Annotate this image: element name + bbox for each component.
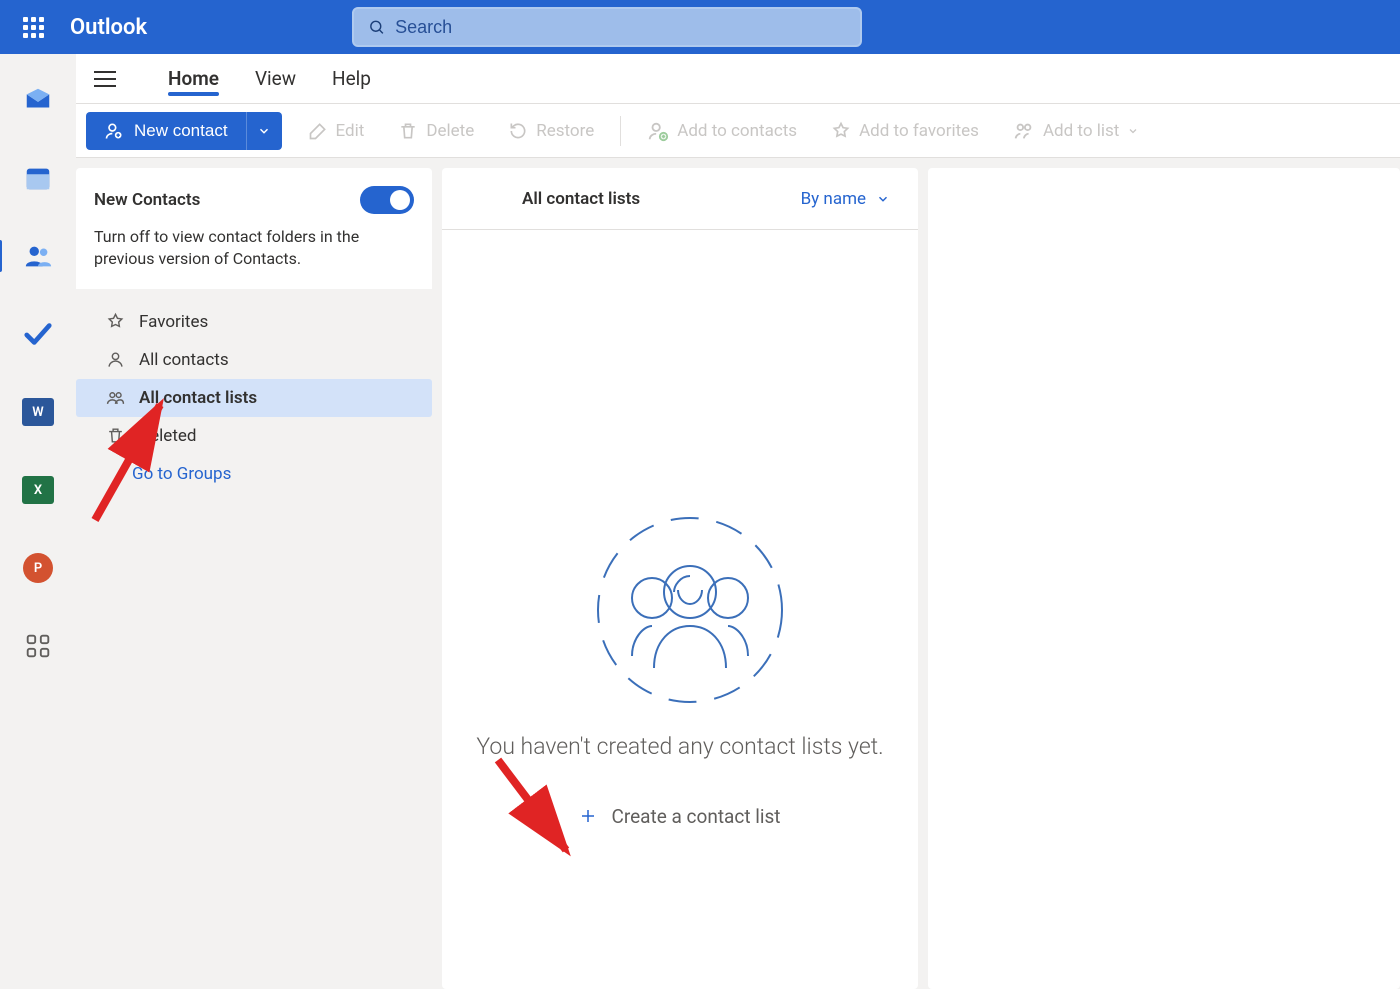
toggle-sidebar-button[interactable] bbox=[94, 66, 120, 92]
add-to-contacts-button: Add to contacts bbox=[639, 116, 805, 146]
brand-title: Outlook bbox=[70, 15, 147, 40]
list-column: All contact lists By name bbox=[442, 168, 918, 989]
empty-state: You haven't created any contact lists ye… bbox=[442, 230, 918, 989]
add-to-list-label: Add to list bbox=[1043, 121, 1119, 141]
trash-icon bbox=[106, 426, 125, 445]
sidebar-item-all-contacts[interactable]: All contacts bbox=[76, 341, 432, 379]
todo-app-icon[interactable] bbox=[14, 310, 62, 358]
sidebar-item-deleted[interactable]: Deleted bbox=[76, 417, 432, 455]
sidebar-item-label: All contact lists bbox=[139, 388, 257, 408]
people-app-icon[interactable] bbox=[14, 232, 62, 280]
new-contacts-toggle[interactable] bbox=[360, 186, 414, 214]
calendar-app-icon[interactable] bbox=[14, 154, 62, 202]
delete-button: Delete bbox=[390, 117, 482, 145]
waffle-icon bbox=[23, 17, 44, 38]
empty-illustration bbox=[590, 510, 770, 690]
delete-label: Delete bbox=[426, 121, 474, 141]
word-icon: W bbox=[22, 398, 54, 426]
list-title: All contact lists bbox=[522, 189, 640, 209]
people-list-icon bbox=[1013, 120, 1035, 142]
restore-label: Restore bbox=[536, 121, 594, 141]
tab-view[interactable]: View bbox=[237, 55, 314, 102]
new-contacts-desc: Turn off to view contact folders in the … bbox=[94, 226, 414, 271]
ribbon-divider bbox=[620, 116, 621, 146]
people-icon bbox=[23, 241, 53, 271]
empty-text: You haven't created any contact lists ye… bbox=[476, 730, 883, 765]
search-input[interactable] bbox=[395, 17, 846, 38]
new-contacts-title: New Contacts bbox=[94, 190, 200, 210]
sidebar-item-label: Favorites bbox=[139, 312, 208, 332]
more-apps-icon[interactable] bbox=[14, 622, 62, 670]
new-contact-label: New contact bbox=[134, 121, 228, 141]
app-header: Outlook bbox=[0, 0, 1400, 54]
tab-home[interactable]: Home bbox=[150, 55, 237, 102]
mail-icon bbox=[23, 85, 53, 115]
sidebar-item-all-contact-lists[interactable]: All contact lists bbox=[76, 379, 432, 417]
search-icon bbox=[368, 18, 385, 36]
go-to-groups-link[interactable]: Go to Groups bbox=[76, 455, 432, 493]
edit-icon bbox=[308, 121, 328, 141]
content-columns: New Contacts Turn off to view contact fo… bbox=[76, 158, 1400, 989]
star-icon bbox=[106, 312, 125, 331]
list-header: All contact lists By name bbox=[442, 168, 918, 230]
new-contact-dropdown[interactable] bbox=[246, 112, 282, 150]
tab-help[interactable]: Help bbox=[314, 55, 389, 102]
excel-app-icon[interactable]: X bbox=[14, 466, 62, 514]
sidebar-panel: New Contacts Turn off to view contact fo… bbox=[76, 168, 432, 989]
groups-link-label: Go to Groups bbox=[132, 464, 231, 484]
main-area: Home View Help New contact Edit Del bbox=[76, 54, 1400, 989]
edit-label: Edit bbox=[336, 121, 365, 141]
person-add-icon bbox=[647, 120, 669, 142]
check-icon bbox=[23, 319, 53, 349]
people-illustration-icon bbox=[590, 510, 790, 710]
ppt-icon: P bbox=[23, 553, 53, 583]
chevron-down-icon bbox=[257, 124, 271, 138]
plus-icon bbox=[579, 807, 597, 825]
ribbon-toolbar: New contact Edit Delete Restore bbox=[76, 104, 1400, 158]
restore-icon bbox=[508, 121, 528, 141]
sidebar-nav: Favorites All contacts All contact lists… bbox=[76, 289, 432, 493]
person-icon bbox=[106, 350, 125, 369]
mail-app-icon[interactable] bbox=[14, 76, 62, 124]
new-contact-split-button: New contact bbox=[86, 112, 282, 150]
trash-icon bbox=[398, 121, 418, 141]
sort-label: By name bbox=[801, 189, 866, 209]
add-to-favorites-button: Add to favorites bbox=[823, 117, 987, 145]
add-to-list-button: Add to list bbox=[1005, 116, 1147, 146]
app-rail: W X P bbox=[0, 54, 76, 989]
excel-icon: X bbox=[22, 476, 54, 504]
star-plus-icon bbox=[831, 121, 851, 141]
search-box[interactable] bbox=[352, 7, 862, 47]
sidebar-item-favorites[interactable]: Favorites bbox=[76, 303, 432, 341]
details-panel bbox=[928, 168, 1400, 989]
app-launcher-button[interactable] bbox=[6, 0, 60, 54]
new-contacts-card: New Contacts Turn off to view contact fo… bbox=[76, 168, 432, 289]
add-to-favorites-label: Add to favorites bbox=[859, 121, 979, 141]
person-plus-icon bbox=[104, 121, 124, 141]
chevron-down-icon bbox=[876, 192, 890, 206]
tab-bar: Home View Help bbox=[76, 54, 1400, 104]
sidebar-item-label: Deleted bbox=[139, 426, 196, 446]
add-to-contacts-label: Add to contacts bbox=[677, 121, 797, 141]
people-icon bbox=[106, 388, 125, 407]
chevron-down-icon bbox=[1127, 125, 1139, 137]
powerpoint-app-icon[interactable]: P bbox=[14, 544, 62, 592]
edit-button: Edit bbox=[300, 117, 373, 145]
new-contact-button[interactable]: New contact bbox=[86, 112, 246, 150]
word-app-icon[interactable]: W bbox=[14, 388, 62, 436]
sidebar-item-label: All contacts bbox=[139, 350, 229, 370]
create-contact-list-button[interactable]: Create a contact list bbox=[579, 805, 780, 828]
grid-icon bbox=[23, 631, 53, 661]
sort-button[interactable]: By name bbox=[801, 189, 890, 209]
create-label: Create a contact list bbox=[611, 805, 780, 828]
calendar-icon bbox=[23, 163, 53, 193]
restore-button: Restore bbox=[500, 117, 602, 145]
